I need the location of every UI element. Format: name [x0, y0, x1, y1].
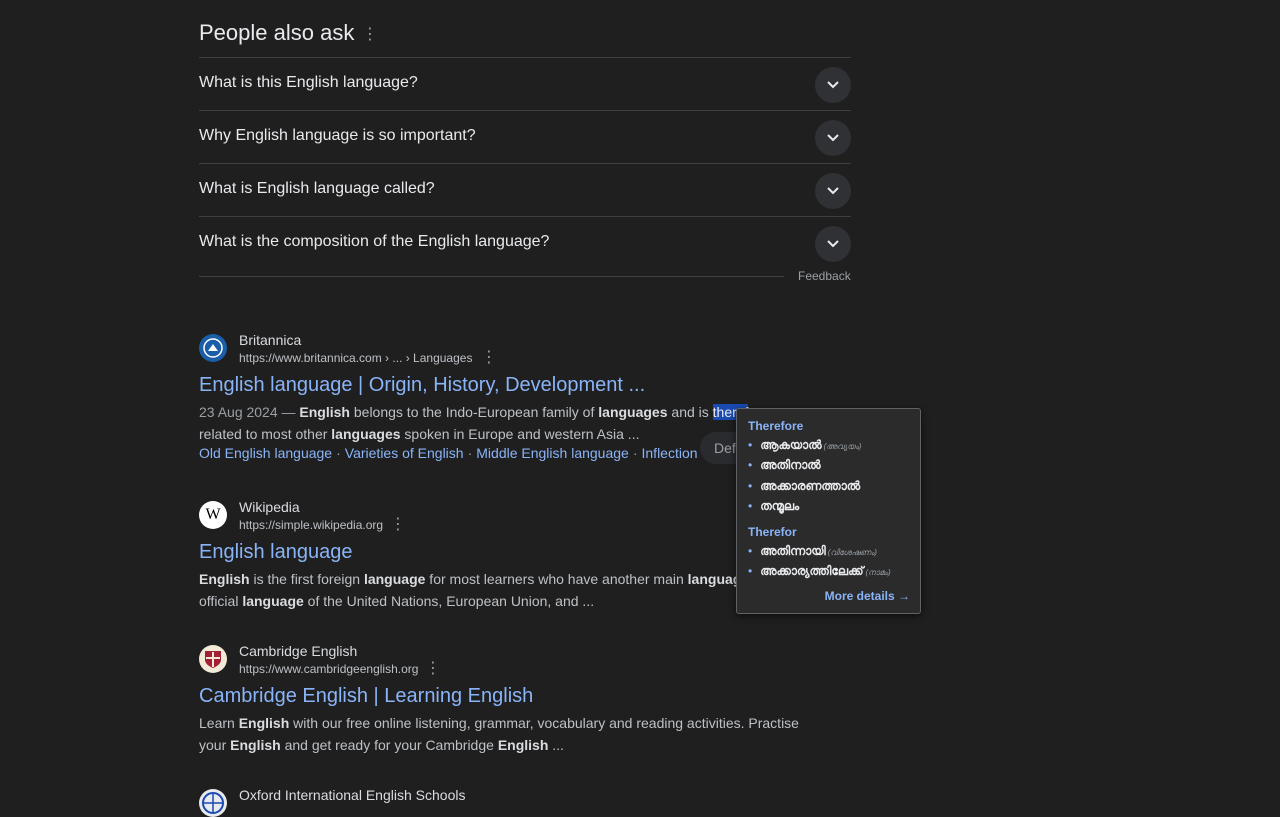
dictionary-meaning: • അതിന്നായി (വിശേഷണം) [748, 544, 877, 558]
result-snippet: English is the first foreign language fo… [199, 571, 742, 609]
paa-question[interactable]: What is this English language? [199, 57, 851, 111]
feedback-link[interactable]: Feedback [798, 269, 851, 283]
chevron-down-icon[interactable] [815, 173, 851, 209]
paa-question-text: What is this English language? [199, 74, 418, 91]
dictionary-meaning: • അക്കാരണത്താൽ [748, 479, 861, 493]
dictionary-meaning: • തന്മൂലം [748, 499, 800, 513]
site-name[interactable]: Wikipedia [239, 499, 300, 515]
paa-more-icon[interactable]: ⋮ [362, 27, 378, 43]
site-url[interactable]: https://www.britannica.com › ... › Langu… [239, 351, 472, 365]
more-details-link[interactable]: More details → [825, 589, 910, 603]
sitelink[interactable]: Varieties of English [345, 445, 464, 461]
wikipedia-logo-icon: W [199, 501, 227, 529]
divider [199, 276, 784, 277]
result-more-icon[interactable]: ⋮ [481, 350, 497, 366]
result-more-icon[interactable]: ⋮ [390, 517, 406, 533]
result-snippet: Learn English with our free online liste… [199, 715, 799, 753]
site-name[interactable]: Oxford International English Schools [239, 787, 465, 803]
dictionary-meaning: • അക്കാര്യത്തിലേക്ക് (നാമം) [748, 564, 891, 578]
dictionary-meaning: • ആകയാൽ (അവ്യയം) [748, 438, 862, 452]
result-more-icon[interactable]: ⋮ [425, 661, 441, 677]
paa-question[interactable]: What is English language called? [199, 163, 851, 217]
site-name[interactable]: Cambridge English [239, 643, 357, 659]
site-url[interactable]: https://simple.wikipedia.org [239, 518, 383, 532]
site-url[interactable]: https://www.cambridgeenglish.org [239, 662, 418, 676]
cambridge-logo-icon [199, 645, 227, 673]
sitelink[interactable]: Inflection [642, 445, 698, 461]
paa-title: People also ask [199, 20, 355, 45]
dictionary-headword: Therefor [748, 525, 797, 539]
sitelink[interactable]: Old English language [199, 445, 332, 461]
site-name[interactable]: Britannica [239, 332, 301, 348]
result-title-link[interactable]: English language [199, 541, 352, 564]
britannica-logo-icon [199, 334, 227, 362]
dictionary-meaning: • അതിനാൽ [748, 458, 821, 472]
sitelink[interactable]: Middle English language [476, 445, 629, 461]
result-title-link[interactable]: English language | Origin, History, Deve… [199, 374, 645, 397]
paa-question-text: What is English language called? [199, 180, 435, 197]
paa-question-text: Why English language is so important? [199, 127, 476, 144]
paa-question[interactable]: Why English language is so important? [199, 110, 851, 164]
result-title-link[interactable]: Cambridge English | Learning English [199, 685, 533, 708]
paa-question-text: What is the composition of the English l… [199, 233, 550, 250]
chevron-down-icon[interactable] [815, 67, 851, 103]
chevron-down-icon[interactable] [815, 226, 851, 262]
paa-question[interactable]: What is the composition of the English l… [199, 216, 851, 270]
oxford-logo-icon [199, 789, 227, 817]
dictionary-popup: Therefore • ആകയാൽ (അവ്യയം) • അതിനാൽ • അക്കാര… [736, 408, 921, 614]
dictionary-headword: Therefore [748, 419, 804, 433]
chevron-down-icon[interactable] [815, 120, 851, 156]
sitelinks: Old English language · Varieties of Englis… [199, 445, 698, 461]
